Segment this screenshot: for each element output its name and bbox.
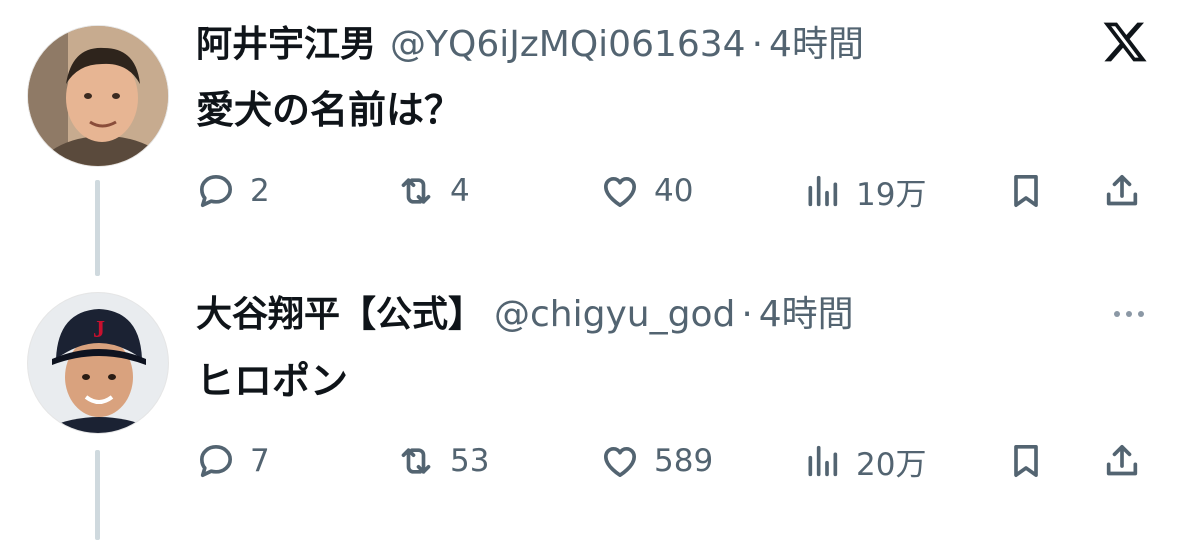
views-button[interactable]: 20万 <box>802 436 926 486</box>
reply-button[interactable]: 7 <box>196 436 270 486</box>
tweet-text: 愛犬の名前は？ <box>196 88 463 132</box>
tweet-2[interactable]: J 大谷翔平【公式】 @chigyu_god · 4時間 ヒロポン 7 53 5… <box>0 270 1179 540</box>
thread-line <box>95 450 100 540</box>
timestamp[interactable]: 4時間 <box>769 20 864 70</box>
separator-dot: · <box>741 294 753 335</box>
tweet-1[interactable]: 阿井宇江男 @YQ6iJzMQi061634 · 4時間 愛犬の名前は？ 2 4… <box>0 0 1179 276</box>
bookmark-icon <box>1014 175 1038 208</box>
user-handle[interactable]: @chigyu_god <box>494 290 735 340</box>
tweet-header: 阿井宇江男 @YQ6iJzMQi061634 · 4時間 <box>196 20 864 70</box>
tweet-text: ヒロポン <box>196 359 349 403</box>
like-icon <box>604 177 636 208</box>
avatar-photo <box>28 26 168 166</box>
reply-icon <box>200 445 233 477</box>
views-count: 19万 <box>856 176 927 213</box>
bookmark-button[interactable] <box>1006 436 1046 486</box>
like-button[interactable]: 40 <box>600 166 693 216</box>
views-count: 20万 <box>856 446 927 483</box>
avatar[interactable] <box>27 25 169 167</box>
bookmark-icon <box>1014 445 1038 477</box>
views-icon <box>808 445 838 477</box>
retweet-count: 53 <box>450 443 490 479</box>
views-button[interactable]: 19万 <box>802 166 926 216</box>
retweet-icon <box>401 178 431 204</box>
user-handle[interactable]: @YQ6iJzMQi061634 <box>390 20 746 70</box>
like-icon <box>604 447 636 477</box>
retweet-button[interactable]: 4 <box>396 166 470 216</box>
action-bar: 2 4 40 19万 <box>196 166 1146 216</box>
tweet-header: 大谷翔平【公式】 @chigyu_god · 4時間 <box>196 290 854 340</box>
share-button[interactable] <box>1102 436 1142 486</box>
separator-dot: · <box>751 24 764 65</box>
bookmark-button[interactable] <box>1006 166 1046 216</box>
reply-count: 2 <box>250 173 270 209</box>
like-count: 40 <box>654 173 694 209</box>
action-bar: 7 53 589 20万 <box>196 436 1146 486</box>
like-count: 589 <box>654 443 714 479</box>
retweet-count: 4 <box>450 173 470 209</box>
avatar-photo: J <box>28 293 168 433</box>
reply-button[interactable]: 2 <box>196 166 270 216</box>
like-button[interactable]: 589 <box>600 436 713 486</box>
svg-text:J: J <box>93 317 105 343</box>
share-button[interactable] <box>1102 166 1142 216</box>
reply-count: 7 <box>250 443 270 479</box>
avatar[interactable]: J <box>27 292 169 434</box>
share-icon <box>1106 175 1138 206</box>
share-icon <box>1106 445 1138 476</box>
more-icon[interactable] <box>1109 296 1149 332</box>
display-name[interactable]: 阿井宇江男 <box>196 20 376 70</box>
thread-line <box>95 180 100 276</box>
display-name[interactable]: 大谷翔平【公式】 <box>196 290 484 340</box>
timestamp[interactable]: 4時間 <box>759 290 854 340</box>
retweet-button[interactable]: 53 <box>396 436 489 486</box>
views-icon <box>808 175 838 207</box>
retweet-icon <box>401 448 431 474</box>
reply-icon <box>200 175 233 208</box>
